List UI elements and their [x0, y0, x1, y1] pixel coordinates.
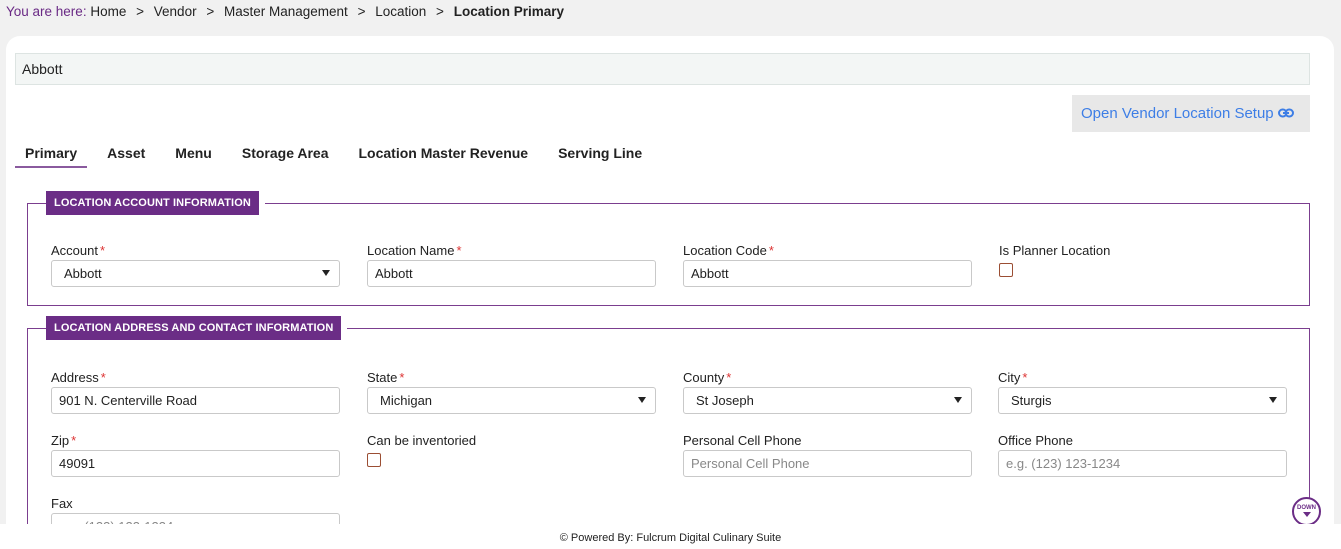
tab-bar: Primary Asset Menu Storage Area Location…	[15, 145, 662, 168]
location-title-bar: Abbott	[15, 53, 1310, 85]
scroll-down-label: DOWN	[1297, 505, 1316, 511]
county-select[interactable]: St Joseph	[683, 387, 972, 414]
tab-location-master-revenue[interactable]: Location Master Revenue	[348, 145, 538, 168]
account-select-value: Abbott	[64, 266, 102, 281]
tab-serving-line[interactable]: Serving Line	[548, 145, 652, 168]
breadcrumb-separator: >	[206, 4, 215, 19]
breadcrumb: You are here: Home > Vendor > Master Man…	[6, 4, 564, 19]
location-address-section-title: LOCATION ADDRESS AND CONTACT INFORMATION	[46, 316, 342, 340]
footer-text: © Powered By: Fulcrum Digital Culinary S…	[559, 532, 782, 544]
personal-cell-phone-label: Personal Cell Phone	[683, 433, 802, 448]
office-phone-input[interactable]	[998, 450, 1287, 477]
personal-cell-phone-field: Personal Cell Phone	[683, 433, 972, 477]
open-vendor-location-setup-label: Open Vendor Location Setup	[1081, 105, 1274, 122]
state-field: State * Michigan	[367, 370, 656, 414]
chevron-down-icon	[1269, 397, 1277, 403]
can-be-inventoried-label: Can be inventoried	[367, 433, 477, 448]
state-select[interactable]: Michigan	[367, 387, 656, 414]
tab-primary[interactable]: Primary	[15, 145, 88, 168]
open-vendor-location-setup-button[interactable]: Open Vendor Location Setup	[1072, 95, 1310, 132]
county-field: County * St Joseph	[683, 370, 972, 414]
location-address-section: LOCATION ADDRESS AND CONTACT INFORMATION…	[27, 316, 1310, 524]
account-field: Account * Abbott	[51, 243, 340, 287]
office-phone-field: Office Phone	[998, 433, 1287, 477]
location-name-field: Location Name *	[367, 243, 656, 287]
address-label: Address *	[51, 370, 106, 385]
chevron-down-icon	[322, 270, 330, 276]
breadcrumb-separator: >	[136, 4, 145, 19]
account-label: Account *	[51, 243, 106, 258]
city-field: City * Sturgis	[998, 370, 1287, 414]
breadcrumb-current: Location Primary	[453, 4, 564, 19]
section-legend: LOCATION ACCOUNT INFORMATION	[46, 191, 265, 215]
personal-cell-phone-input[interactable]	[683, 450, 972, 477]
breadcrumb-separator: >	[357, 4, 366, 19]
location-card: Abbott Open Vendor Location Setup Primar…	[6, 36, 1334, 524]
breadcrumb-home-link[interactable]: Home	[90, 4, 126, 19]
chevron-down-icon	[638, 397, 646, 403]
city-select-value: Sturgis	[1011, 393, 1052, 408]
location-account-section-title: LOCATION ACCOUNT INFORMATION	[46, 191, 259, 215]
can-be-inventoried-checkbox[interactable]	[367, 453, 381, 467]
tab-asset[interactable]: Asset	[97, 145, 155, 168]
breadcrumb-separator: >	[436, 4, 444, 19]
location-code-label: Location Code *	[683, 243, 774, 258]
fax-label: Fax	[51, 496, 73, 511]
fax-input[interactable]	[51, 513, 340, 524]
location-code-input[interactable]	[683, 260, 972, 287]
zip-input[interactable]	[51, 450, 340, 477]
breadcrumb-lead: You are here:	[6, 4, 87, 19]
county-label: County *	[683, 370, 732, 385]
is-planner-location-label: Is Planner Location	[999, 243, 1111, 258]
location-account-section: LOCATION ACCOUNT INFORMATION Account * Ab…	[27, 191, 1310, 306]
can-be-inventoried-field: Can be inventoried	[367, 433, 656, 467]
is-planner-location-field: Is Planner Location	[999, 243, 1288, 277]
location-code-field: Location Code *	[683, 243, 972, 287]
account-select[interactable]: Abbott	[51, 260, 340, 287]
address-field: Address *	[51, 370, 340, 414]
footer: © Powered By: Fulcrum Digital Culinary S…	[0, 524, 1341, 549]
city-label: City *	[998, 370, 1028, 385]
chevron-down-icon	[954, 397, 962, 403]
city-select[interactable]: Sturgis	[998, 387, 1287, 414]
zip-label: Zip *	[51, 433, 77, 448]
state-label: State *	[367, 370, 405, 385]
address-input[interactable]	[51, 387, 340, 414]
county-select-value: St Joseph	[696, 393, 754, 408]
section-legend: LOCATION ADDRESS AND CONTACT INFORMATION	[46, 316, 348, 340]
fax-field: Fax	[51, 496, 340, 524]
scroll-down-button[interactable]: DOWN	[1292, 497, 1321, 526]
breadcrumb-vendor-link[interactable]: Vendor	[154, 4, 197, 19]
breadcrumb-master-management-link[interactable]: Master Management	[224, 4, 348, 19]
chevron-down-icon	[1302, 512, 1311, 517]
tab-menu[interactable]: Menu	[165, 145, 222, 168]
office-phone-label: Office Phone	[998, 433, 1073, 448]
location-name-input[interactable]	[367, 260, 656, 287]
state-select-value: Michigan	[380, 393, 433, 408]
is-planner-location-checkbox[interactable]	[999, 263, 1013, 277]
breadcrumb-location-link[interactable]: Location	[375, 4, 426, 19]
zip-field: Zip *	[51, 433, 340, 477]
tab-storage-area[interactable]: Storage Area	[232, 145, 339, 168]
location-name-label: Location Name *	[367, 243, 462, 258]
link-icon	[1278, 108, 1294, 118]
